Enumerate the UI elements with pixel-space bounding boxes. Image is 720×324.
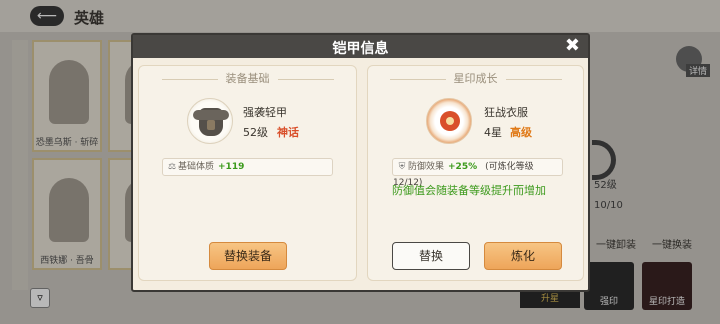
- replace-seal-button[interactable]: 替换: [392, 242, 470, 270]
- item-grade: 神话: [277, 126, 299, 139]
- item-name: 狂战衣服: [484, 106, 528, 119]
- equipment-base-panel: 装备基础 强袭轻甲 52级 神话 ⚖ 基础体质 +119 替换装备: [138, 65, 357, 281]
- defense-note: 防御值会随装备等级提升而增加: [392, 184, 546, 197]
- armor-shape: [193, 108, 229, 136]
- item-star: 4星: [484, 126, 502, 139]
- close-icon[interactable]: ✖: [565, 36, 580, 56]
- armor-info-modal: 铠甲信息 ✖ 装备基础 强袭轻甲 52级 神话 ⚖ 基础体质 +119 替换装备 星…: [131, 33, 590, 292]
- panel-header: 星印成长: [368, 70, 583, 86]
- item-grade: 高级: [510, 126, 532, 139]
- item-level: 52级: [243, 126, 268, 139]
- seal-icon[interactable]: [426, 98, 472, 144]
- base-stat-box: ⚖ 基础体质 +119: [162, 158, 333, 176]
- seal-growth-panel: 星印成长 狂战衣服 4星 高级 ⛨ 防御效果 +25% (可炼化等级 12/12) 防…: [367, 65, 584, 281]
- panel-header: 装备基础: [139, 70, 356, 86]
- seal-shape: [440, 111, 460, 131]
- item-name: 强袭轻甲: [243, 106, 287, 119]
- refine-button[interactable]: 炼化: [484, 242, 562, 270]
- stat-label: 防御效果: [408, 162, 445, 172]
- constitution-icon: ⚖: [167, 162, 177, 172]
- stat-label: 基础体质: [178, 162, 215, 172]
- shield-icon: ⛨: [398, 162, 406, 172]
- seal-stat-box: ⛨ 防御效果 +25% (可炼化等级 12/12): [392, 158, 563, 188]
- modal-header: 铠甲信息 ✖: [133, 35, 588, 58]
- armor-icon[interactable]: [187, 98, 233, 144]
- stat-value: +119: [218, 162, 245, 172]
- stat-value: +25%: [448, 162, 478, 172]
- replace-equipment-button[interactable]: 替换装备: [209, 242, 287, 270]
- modal-title: 铠甲信息: [332, 41, 389, 57]
